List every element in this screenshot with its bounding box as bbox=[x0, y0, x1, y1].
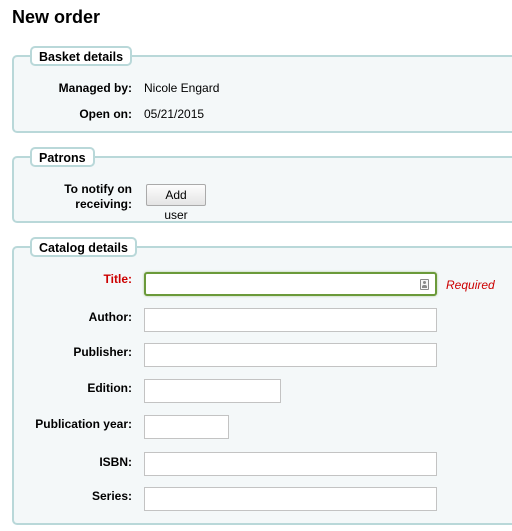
catalog-details-fieldset: Catalog details Title: Required Author: … bbox=[12, 237, 512, 525]
publication-year-label: Publication year: bbox=[35, 417, 132, 431]
contact-card-icon[interactable] bbox=[420, 279, 429, 290]
add-user-button[interactable]: Add user bbox=[146, 184, 206, 222]
managed-by-label: Managed by: bbox=[58, 81, 132, 95]
publisher-label: Publisher: bbox=[73, 345, 132, 359]
edition-input[interactable] bbox=[144, 379, 281, 403]
open-on-label: Open on: bbox=[79, 107, 132, 121]
series-input[interactable] bbox=[144, 487, 437, 511]
isbn-label: ISBN: bbox=[99, 455, 132, 469]
page-title: New order bbox=[12, 7, 101, 27]
managed-by-value: Nicole Engard bbox=[144, 81, 220, 95]
title-label: Title: bbox=[103, 272, 132, 286]
isbn-input[interactable] bbox=[144, 452, 437, 476]
edition-label: Edition: bbox=[87, 381, 132, 395]
series-label: Series: bbox=[91, 489, 132, 503]
title-input[interactable] bbox=[144, 272, 437, 296]
author-input[interactable] bbox=[144, 308, 437, 332]
catalog-details-legend: Catalog details bbox=[30, 237, 137, 257]
patrons-legend: Patrons bbox=[30, 147, 95, 167]
notify-label-line2: receiving: bbox=[75, 197, 132, 211]
author-label: Author: bbox=[88, 310, 132, 324]
publication-year-input[interactable] bbox=[144, 415, 229, 439]
notify-label: To notify on receiving: bbox=[2, 182, 132, 212]
title-required-note: Required bbox=[446, 278, 495, 292]
publisher-input[interactable] bbox=[144, 343, 437, 367]
open-on-value: 05/21/2015 bbox=[144, 107, 205, 121]
patrons-fieldset: Patrons To notify on receiving: Add user bbox=[12, 147, 512, 223]
basket-details-legend: Basket details bbox=[30, 46, 133, 66]
notify-label-line1: To notify on bbox=[64, 182, 132, 196]
basket-details-fieldset: Basket details Managed by: Nicole Engard… bbox=[12, 46, 512, 133]
